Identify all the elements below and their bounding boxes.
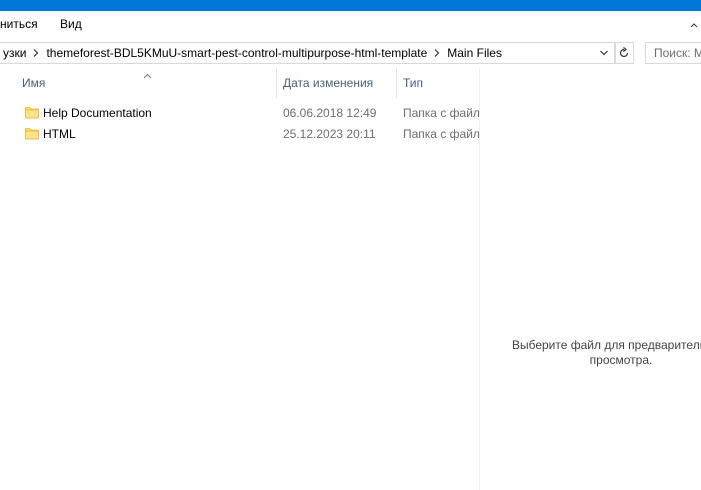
ribbon-tab-view[interactable]: Вид [60, 17, 82, 31]
column-header-type-label: Тип [403, 76, 424, 90]
file-date: 25.12.2023 20:11 [283, 127, 376, 141]
breadcrumb-item-template[interactable]: themeforest-BDL5KMuU-smart-pest-control-… [42, 46, 431, 60]
breadcrumb-item-downloads[interactable]: узки [0, 46, 30, 60]
address-bar: узки themeforest-BDL5KMuU-smart-pest-con… [0, 38, 701, 68]
folder-icon [25, 105, 39, 122]
preview-pane: Выберите файл для предварительного просм… [480, 68, 701, 490]
chevron-down-icon[interactable] [597, 43, 611, 63]
list-item[interactable]: HTML 25.12.2023 20:11 Папка с файлами [0, 124, 479, 144]
column-divider[interactable] [396, 68, 397, 98]
search-input[interactable]: Поиск: M [645, 42, 701, 64]
file-date: 06.06.2018 12:49 [283, 106, 377, 120]
column-header-type[interactable]: Тип [403, 68, 479, 98]
refresh-button[interactable] [614, 42, 634, 64]
column-divider[interactable] [276, 68, 277, 98]
file-type: Папка с файлами [403, 106, 479, 120]
breadcrumb-item-main-files[interactable]: Main Files [443, 46, 506, 60]
ribbon-tabs: нитьcя Вид [0, 11, 701, 39]
file-name: HTML [43, 127, 76, 141]
preview-message: Выберите файл для предварительного просм… [506, 338, 701, 368]
chevron-right-icon[interactable] [30, 49, 42, 57]
column-header-name-label: Имя [22, 76, 46, 90]
column-header-date[interactable]: Дата изменения [283, 68, 396, 98]
file-name: Help Documentation [43, 106, 152, 120]
breadcrumb[interactable]: узки themeforest-BDL5KMuU-smart-pest-con… [0, 42, 616, 64]
window-titlebar [0, 0, 701, 11]
file-list: Имя Дата изменения Тип Help Documentatio… [0, 68, 480, 490]
ribbon-tab-share[interactable]: нитьcя [0, 17, 38, 31]
file-type: Папка с файлами [403, 127, 479, 141]
chevron-up-icon[interactable] [687, 11, 701, 38]
chevron-right-icon[interactable] [431, 49, 443, 57]
column-header-name[interactable]: Имя [22, 68, 276, 98]
preview-message-line1: Выберите файл для предварительного [511, 338, 701, 352]
column-header-date-label: Дата изменения [283, 76, 374, 90]
preview-message-line2: просмотра. [589, 353, 653, 367]
folder-icon [25, 126, 39, 143]
list-item[interactable]: Help Documentation 06.06.2018 12:49 Папк… [0, 103, 479, 123]
refresh-icon [619, 47, 629, 58]
